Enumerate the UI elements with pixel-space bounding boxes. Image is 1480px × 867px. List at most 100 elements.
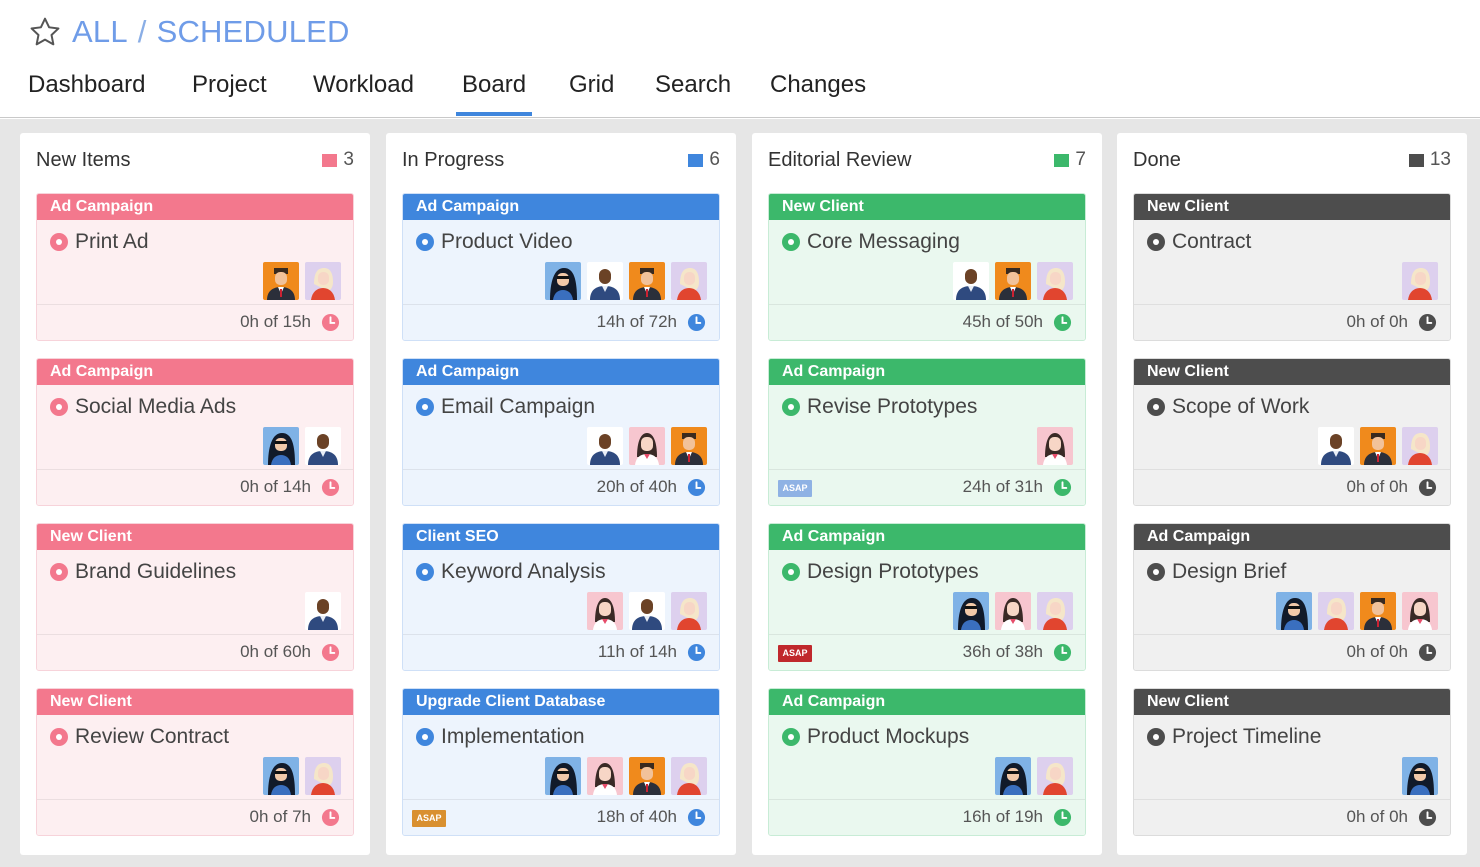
card-tag[interactable]: New Client bbox=[769, 194, 1085, 220]
man-dark-avatar[interactable] bbox=[629, 592, 665, 630]
task-card[interactable]: Ad Campaign Design Prototypes ASAP 36h o… bbox=[768, 523, 1086, 671]
task-card[interactable]: Ad Campaign Social Media Ads 0h of 14h bbox=[36, 358, 354, 506]
card-footer: 11h of 14h bbox=[403, 634, 719, 670]
man-dark-avatar[interactable] bbox=[1318, 427, 1354, 465]
task-card[interactable]: Upgrade Client Database Implementation A… bbox=[402, 688, 720, 836]
woman-pink-avatar[interactable] bbox=[587, 592, 623, 630]
card-tag[interactable]: Ad Campaign bbox=[37, 194, 353, 220]
man-orange-avatar[interactable] bbox=[995, 262, 1031, 300]
card-tag[interactable]: Ad Campaign bbox=[769, 689, 1085, 715]
task-card[interactable]: New Client Project Timeline 0h of 0h bbox=[1133, 688, 1451, 836]
card-title[interactable]: Print Ad bbox=[50, 230, 149, 254]
woman-pink-avatar[interactable] bbox=[995, 592, 1031, 630]
card-title[interactable]: Email Campaign bbox=[416, 395, 595, 419]
card-title[interactable]: Contract bbox=[1147, 230, 1251, 254]
woman-sunglasses-avatar[interactable] bbox=[545, 262, 581, 300]
card-title[interactable]: Design Brief bbox=[1147, 560, 1286, 584]
card-title[interactable]: Project Timeline bbox=[1147, 725, 1321, 749]
man-orange-avatar[interactable] bbox=[671, 427, 707, 465]
man-orange-avatar[interactable] bbox=[629, 757, 665, 795]
card-footer: 0h of 15h bbox=[37, 304, 353, 340]
task-card[interactable]: New Client Brand Guidelines 0h of 60h bbox=[36, 523, 354, 671]
woman-red-avatar[interactable] bbox=[671, 592, 707, 630]
card-tag[interactable]: Ad Campaign bbox=[37, 359, 353, 385]
card-tag[interactable]: New Client bbox=[1134, 689, 1450, 715]
card-title[interactable]: Product Video bbox=[416, 230, 573, 254]
star-icon[interactable] bbox=[28, 15, 62, 49]
card-tag[interactable]: New Client bbox=[37, 524, 353, 550]
tab-grid[interactable]: Grid bbox=[569, 68, 614, 116]
tab-board[interactable]: Board bbox=[455, 68, 533, 116]
task-card[interactable]: Ad Campaign Print Ad 0h of 15h bbox=[36, 193, 354, 341]
woman-red-avatar[interactable] bbox=[1402, 262, 1438, 300]
task-card[interactable]: Client SEO Keyword Analysis 11h of 14h bbox=[402, 523, 720, 671]
card-tag[interactable]: Ad Campaign bbox=[769, 359, 1085, 385]
task-card[interactable]: New Client Core Messaging 45h of 50h bbox=[768, 193, 1086, 341]
card-tag[interactable]: Client SEO bbox=[403, 524, 719, 550]
card-title[interactable]: Core Messaging bbox=[782, 230, 960, 254]
man-dark-avatar[interactable] bbox=[953, 262, 989, 300]
man-dark-avatar[interactable] bbox=[305, 592, 341, 630]
tab-dashboard[interactable]: Dashboard bbox=[28, 68, 145, 116]
man-dark-avatar[interactable] bbox=[587, 427, 623, 465]
woman-red-avatar[interactable] bbox=[305, 262, 341, 300]
woman-red-avatar[interactable] bbox=[1318, 592, 1354, 630]
tab-project[interactable]: Project bbox=[192, 68, 267, 116]
card-tag[interactable]: New Client bbox=[1134, 359, 1450, 385]
card-tag[interactable]: Upgrade Client Database bbox=[403, 689, 719, 715]
card-title[interactable]: Scope of Work bbox=[1147, 395, 1309, 419]
man-orange-avatar[interactable] bbox=[1360, 592, 1396, 630]
card-tag[interactable]: New Client bbox=[1134, 194, 1450, 220]
tab-changes[interactable]: Changes bbox=[770, 68, 866, 116]
card-tag[interactable]: Ad Campaign bbox=[1134, 524, 1450, 550]
woman-red-avatar[interactable] bbox=[671, 757, 707, 795]
woman-red-avatar[interactable] bbox=[1037, 592, 1073, 630]
task-card[interactable]: Ad Campaign Product Mockups 16h of 19h bbox=[768, 688, 1086, 836]
woman-sunglasses-avatar[interactable] bbox=[545, 757, 581, 795]
task-card[interactable]: Ad Campaign Revise Prototypes ASAP 24h o… bbox=[768, 358, 1086, 506]
woman-pink-avatar[interactable] bbox=[1402, 592, 1438, 630]
card-title[interactable]: Implementation bbox=[416, 725, 585, 749]
woman-sunglasses-avatar[interactable] bbox=[1402, 757, 1438, 795]
card-title[interactable]: Social Media Ads bbox=[50, 395, 236, 419]
tab-search[interactable]: Search bbox=[655, 68, 731, 116]
card-tag[interactable]: Ad Campaign bbox=[403, 194, 719, 220]
breadcrumb-scheduled[interactable]: SCHEDULED bbox=[157, 14, 350, 50]
tab-workload[interactable]: Workload bbox=[313, 68, 414, 116]
card-title[interactable]: Brand Guidelines bbox=[50, 560, 236, 584]
woman-sunglasses-avatar[interactable] bbox=[1276, 592, 1312, 630]
man-orange-avatar[interactable] bbox=[263, 262, 299, 300]
woman-red-avatar[interactable] bbox=[671, 262, 707, 300]
man-dark-avatar[interactable] bbox=[305, 427, 341, 465]
woman-red-avatar[interactable] bbox=[1037, 262, 1073, 300]
card-title[interactable]: Product Mockups bbox=[782, 725, 969, 749]
card-title[interactable]: Design Prototypes bbox=[782, 560, 979, 584]
task-card[interactable]: New Client Scope of Work 0h of 0h bbox=[1133, 358, 1451, 506]
woman-pink-avatar[interactable] bbox=[629, 427, 665, 465]
man-orange-avatar[interactable] bbox=[1360, 427, 1396, 465]
task-card[interactable]: New Client Contract 0h of 0h bbox=[1133, 193, 1451, 341]
woman-red-avatar[interactable] bbox=[1037, 757, 1073, 795]
task-card[interactable]: New Client Review Contract 0h of 7h bbox=[36, 688, 354, 836]
status-dot-icon bbox=[782, 233, 800, 251]
woman-sunglasses-avatar[interactable] bbox=[263, 757, 299, 795]
woman-pink-avatar[interactable] bbox=[587, 757, 623, 795]
woman-sunglasses-avatar[interactable] bbox=[263, 427, 299, 465]
task-card[interactable]: Ad Campaign Product Video 14h of 72h bbox=[402, 193, 720, 341]
card-title[interactable]: Keyword Analysis bbox=[416, 560, 606, 584]
task-card[interactable]: Ad Campaign Design Brief 0h of 0h bbox=[1133, 523, 1451, 671]
card-tag[interactable]: Ad Campaign bbox=[403, 359, 719, 385]
card-tag[interactable]: New Client bbox=[37, 689, 353, 715]
card-title[interactable]: Review Contract bbox=[50, 725, 229, 749]
man-dark-avatar[interactable] bbox=[587, 262, 623, 300]
man-orange-avatar[interactable] bbox=[629, 262, 665, 300]
card-tag[interactable]: Ad Campaign bbox=[769, 524, 1085, 550]
woman-red-avatar[interactable] bbox=[305, 757, 341, 795]
woman-sunglasses-avatar[interactable] bbox=[953, 592, 989, 630]
task-card[interactable]: Ad Campaign Email Campaign 20h of 40h bbox=[402, 358, 720, 506]
woman-red-avatar[interactable] bbox=[1402, 427, 1438, 465]
woman-pink-avatar[interactable] bbox=[1037, 427, 1073, 465]
card-title[interactable]: Revise Prototypes bbox=[782, 395, 977, 419]
breadcrumb-all[interactable]: ALL bbox=[72, 14, 128, 50]
woman-sunglasses-avatar[interactable] bbox=[995, 757, 1031, 795]
